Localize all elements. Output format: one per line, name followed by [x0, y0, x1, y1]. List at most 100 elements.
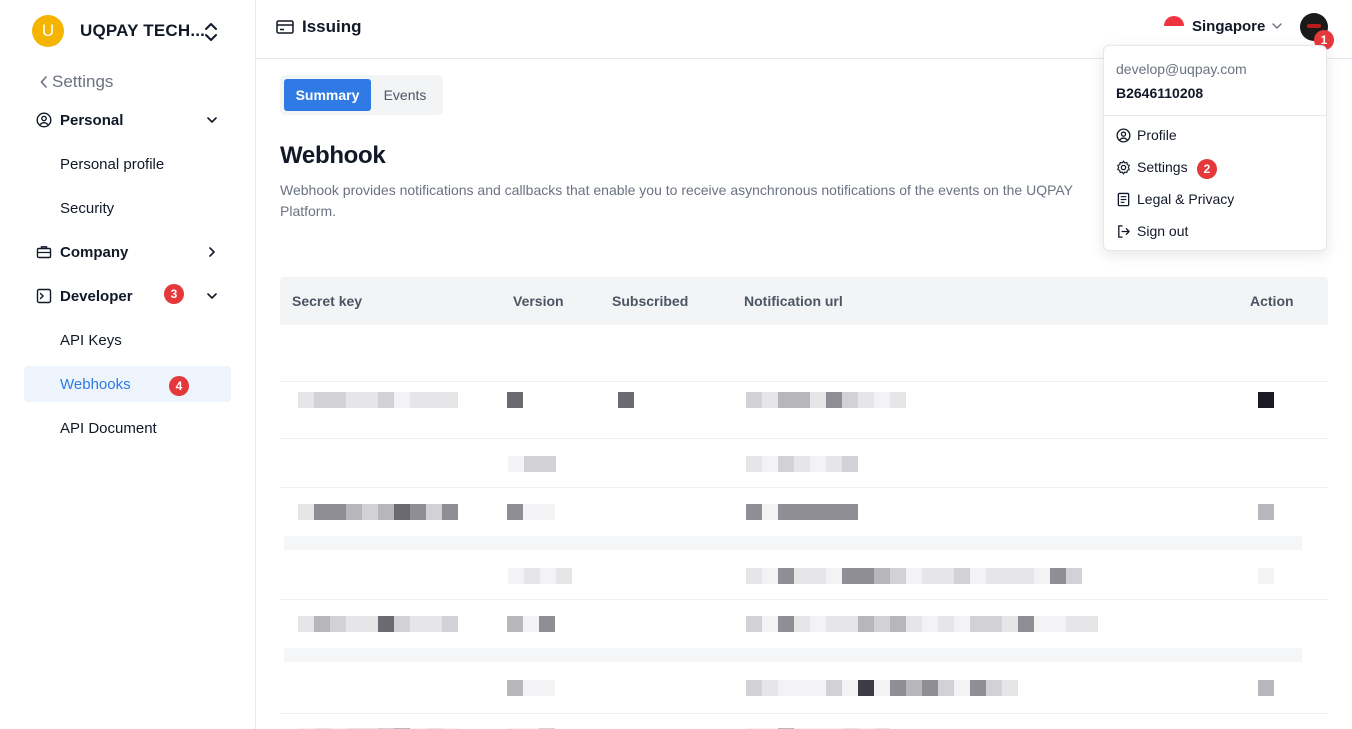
sidebar-group-developer[interactable]: Developer: [24, 278, 231, 314]
sidebar-item-security[interactable]: Security: [24, 190, 231, 226]
redacted-pixel: [410, 616, 426, 632]
redacted-pixel: [746, 392, 762, 408]
redacted-pixel: [954, 680, 970, 696]
redacted-pixel: [810, 680, 826, 696]
redacted-pixel: [539, 680, 555, 696]
tab-events[interactable]: Events: [371, 79, 439, 111]
chevron-down-icon: [207, 293, 217, 300]
redacted-pixel: [1258, 392, 1274, 408]
redacted-pixel: [746, 680, 762, 696]
redacted-pixel: [778, 504, 794, 520]
redacted-pixel: [1066, 616, 1082, 632]
table-row-spacer: [284, 648, 1302, 662]
header-title: Issuing: [302, 17, 362, 36]
redacted-pixel: [346, 616, 362, 632]
redacted-pixel: [778, 392, 794, 408]
back-to-settings-link[interactable]: Settings: [40, 72, 113, 92]
table-header: Secret key Version Subscribed Notificati…: [280, 277, 1328, 325]
table-row: [280, 382, 1328, 439]
redacted-pixel: [778, 680, 794, 696]
redacted-pixel: [362, 504, 378, 520]
redacted-pixel: [842, 504, 858, 520]
redacted-pixel: [906, 616, 922, 632]
menu-item-label: Settings: [1137, 159, 1188, 175]
redacted-pixel: [954, 568, 970, 584]
redacted-pixel: [746, 504, 762, 520]
redacted-pixel: [842, 680, 858, 696]
step-badge-3: 3: [164, 284, 184, 304]
redacted-pixel: [922, 680, 938, 696]
redacted-pixel: [986, 568, 1002, 584]
redacted-pixel: [826, 456, 842, 472]
region-selector[interactable]: Singapore: [1164, 16, 1283, 36]
redacted-pixel: [507, 504, 523, 520]
redacted-pixel: [539, 616, 555, 632]
redacted-pixel: [858, 616, 874, 632]
org-switcher[interactable]: U UQPAY TECH...: [32, 15, 205, 47]
redacted-pixel: [1050, 568, 1066, 584]
sidebar-group-label: Company: [60, 243, 129, 261]
redacted-pixel: [890, 392, 906, 408]
redacted-pixel: [922, 616, 938, 632]
column-header-action: Action: [1250, 293, 1294, 309]
sidebar-item-label: Personal profile: [60, 155, 165, 173]
redacted-pixel: [442, 392, 458, 408]
redacted-pixel: [314, 504, 330, 520]
redacted-pixel: [540, 568, 556, 584]
redacted-pixel: [874, 392, 890, 408]
redacted-pixel: [426, 504, 442, 520]
redacted-pixel: [1066, 568, 1082, 584]
redacted-pixel: [394, 504, 410, 520]
region-label: Singapore: [1192, 17, 1266, 35]
redacted-pixel: [762, 504, 778, 520]
redacted-pixel: [794, 504, 810, 520]
redacted-pixel: [618, 392, 634, 408]
menu-item-settings[interactable]: Settings: [1116, 157, 1188, 177]
redacted-pixel: [938, 616, 954, 632]
menu-item-label: Legal & Privacy: [1137, 191, 1235, 207]
sidebar-group-personal[interactable]: Personal: [24, 102, 231, 138]
redacted-pixel: [794, 456, 810, 472]
credit-card-icon: [276, 20, 294, 34]
sidebar-item-api-document[interactable]: API Document: [24, 410, 231, 446]
menu-item-profile[interactable]: Profile: [1116, 125, 1177, 145]
redacted-pixel: [858, 568, 874, 584]
sidebar-item-personal-profile[interactable]: Personal profile: [24, 146, 231, 182]
redacted-pixel: [507, 392, 523, 408]
terminal-icon: [36, 288, 52, 304]
redacted-pixel: [746, 456, 762, 472]
redacted-pixel: [314, 616, 330, 632]
redacted-pixel: [556, 568, 572, 584]
sidebar-group-company[interactable]: Company: [24, 234, 231, 270]
tab-summary[interactable]: Summary: [284, 79, 371, 111]
redacted-pixel: [794, 392, 810, 408]
redacted-pixel: [1018, 616, 1034, 632]
sidebar-item-api-keys[interactable]: API Keys: [24, 322, 231, 358]
redacted-pixel: [1002, 568, 1018, 584]
redacted-pixel: [1034, 616, 1050, 632]
redacted-pixel: [826, 680, 842, 696]
column-header-version: Version: [513, 293, 564, 309]
page-title: Webhook: [280, 142, 386, 169]
sidebar-item-webhooks[interactable]: Webhooks: [24, 366, 231, 402]
redacted-pixel: [810, 504, 826, 520]
redacted-pixel: [362, 616, 378, 632]
redacted-pixel: [508, 568, 524, 584]
redacted-pixel: [986, 616, 1002, 632]
sidebar-item-label: API Document: [60, 419, 157, 437]
chevron-up-down-icon[interactable]: [203, 21, 219, 43]
redacted-pixel: [778, 456, 794, 472]
redacted-pixel: [1050, 616, 1066, 632]
menu-divider: [1104, 115, 1326, 116]
redacted-pixel: [794, 616, 810, 632]
org-avatar: U: [32, 15, 64, 47]
menu-item-legal-privacy[interactable]: Legal & Privacy: [1116, 189, 1234, 209]
redacted-pixel: [762, 456, 778, 472]
menu-item-sign-out[interactable]: Sign out: [1116, 221, 1188, 241]
redacted-pixel: [524, 456, 540, 472]
sign-out-icon: [1118, 224, 1130, 238]
view-tabs: Summary Events: [280, 75, 443, 115]
redacted-pixel: [842, 456, 858, 472]
redacted-pixel: [426, 616, 442, 632]
user-menu-dropdown: develop@uqpay.com B2646110208 Profile Se…: [1103, 45, 1327, 251]
